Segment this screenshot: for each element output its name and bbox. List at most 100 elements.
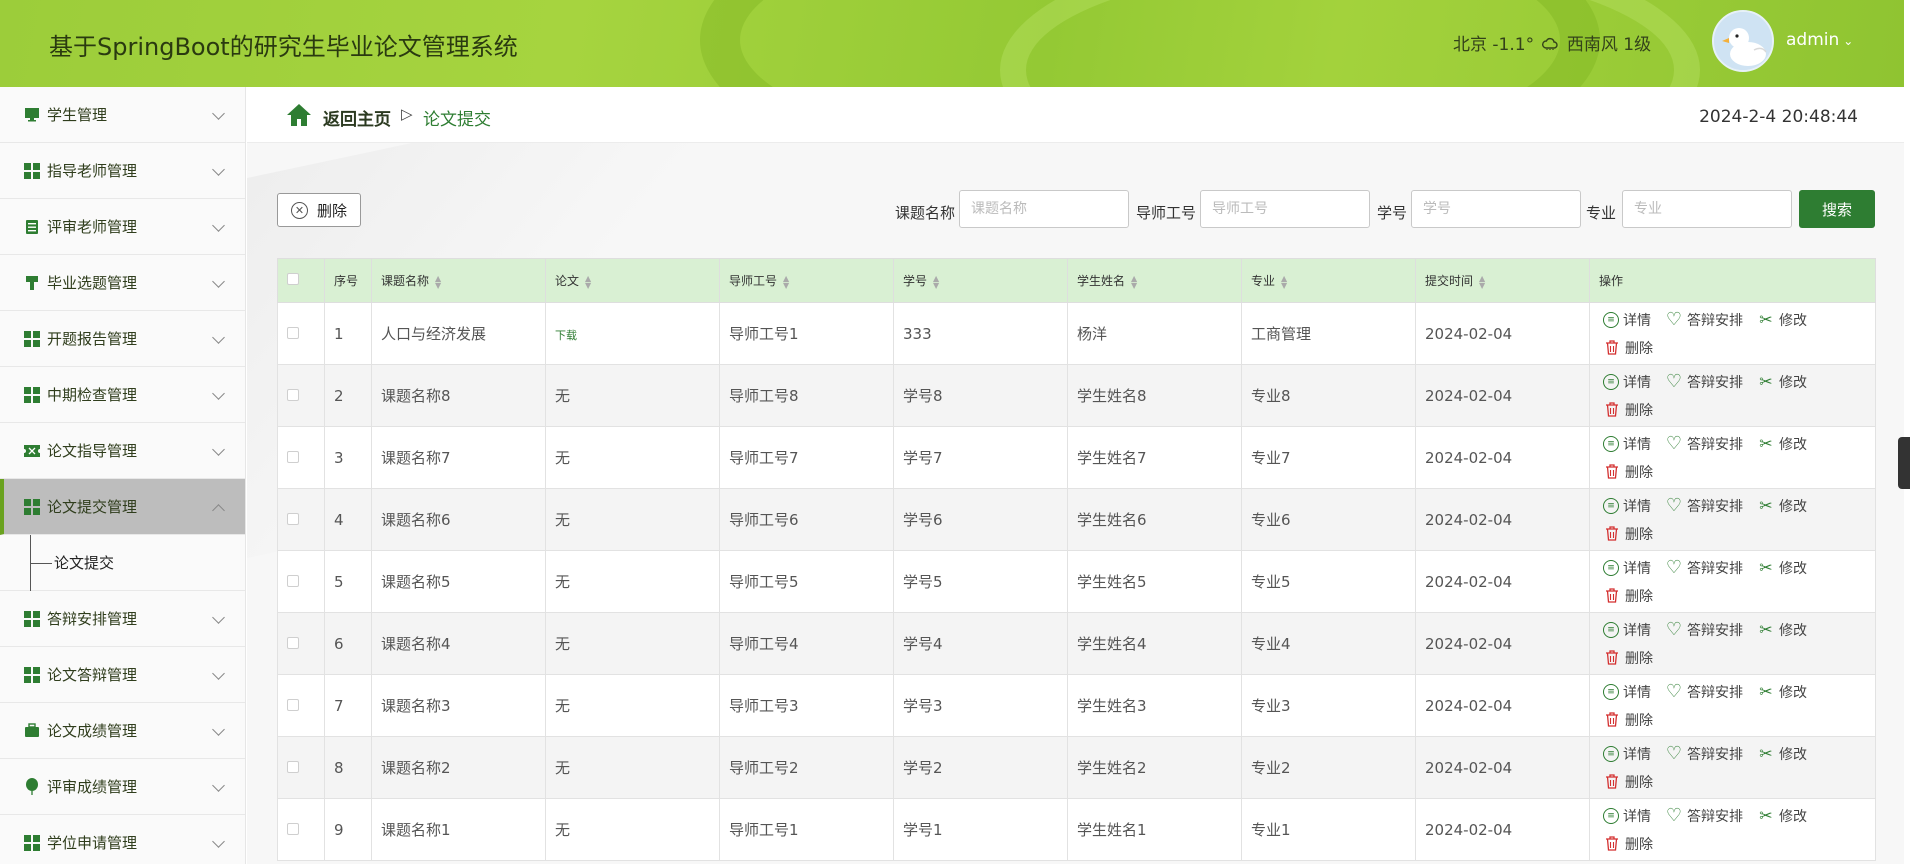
cell-paper: 下载	[545, 302, 720, 365]
row-delete-button[interactable]: 删除	[1603, 706, 1653, 734]
detail-button[interactable]: ≡ 详情	[1603, 740, 1651, 768]
row-delete-label: 删除	[1625, 650, 1653, 667]
defense-arrange-button[interactable]: ♡ 答辩安排	[1665, 802, 1743, 830]
detail-button[interactable]: ≡ 详情	[1603, 306, 1651, 334]
sort-icon[interactable]: ▲ ▼	[933, 274, 939, 289]
column-header[interactable]: 课题名称 ▲ ▼	[371, 258, 546, 303]
sort-icon[interactable]: ▲ ▼	[1479, 274, 1485, 289]
edit-button[interactable]: ✂ 修改	[1757, 368, 1807, 396]
major-input[interactable]	[1622, 190, 1792, 228]
defense-arrange-button[interactable]: ♡ 答辩安排	[1665, 678, 1743, 706]
cell-teacher-id: 导师工号5	[719, 550, 894, 613]
table-row: 7 课题名称3 无 导师工号3 学号3 学生姓名3 专业3 2024-02-04 ≡ 详情 ♡ 答辩安…	[277, 674, 1876, 737]
breadcrumb-home-link[interactable]: 返回主页	[323, 105, 391, 130]
defense-arrange-button[interactable]: ♡ 答辩安排	[1665, 554, 1743, 582]
delete-button[interactable]: ✕ 删除	[277, 193, 361, 227]
detail-button[interactable]: ≡ 详情	[1603, 802, 1651, 830]
row-delete-button[interactable]: 删除	[1603, 644, 1653, 672]
sidebar-subitem-thesis-submit[interactable]: 论文提交	[0, 535, 245, 591]
heart-icon: ♡	[1665, 743, 1683, 764]
cell-title: 课题名称3	[371, 674, 546, 737]
defense-arrange-button[interactable]: ♡ 答辩安排	[1665, 368, 1743, 396]
column-header[interactable]: 学生姓名 ▲ ▼	[1067, 258, 1242, 303]
sidebar-item[interactable]: 指导老师管理	[0, 143, 245, 199]
column-header[interactable]: 论文 ▲ ▼	[545, 258, 720, 303]
row-delete-button[interactable]: 删除	[1603, 768, 1653, 796]
defense-arrange-button[interactable]: ♡ 答辩安排	[1665, 740, 1743, 768]
column-header[interactable]: 专业 ▲ ▼	[1241, 258, 1416, 303]
download-link[interactable]: 下载	[555, 329, 577, 342]
defense-arrange-button[interactable]: ♡ 答辩安排	[1665, 430, 1743, 458]
sidebar-item[interactable]: 评审老师管理	[0, 199, 245, 255]
edit-button[interactable]: ✂ 修改	[1757, 616, 1807, 644]
row-delete-button[interactable]: 删除	[1603, 334, 1653, 362]
row-checkbox[interactable]	[287, 388, 299, 401]
user-menu[interactable]: admin ⌄	[1786, 30, 1853, 50]
sort-icon[interactable]: ▲ ▼	[1281, 274, 1287, 289]
student-id-input[interactable]	[1411, 190, 1581, 228]
row-checkbox[interactable]	[287, 636, 299, 649]
row-checkbox[interactable]	[287, 512, 299, 525]
detail-button[interactable]: ≡ 详情	[1603, 368, 1651, 396]
sidebar-item[interactable]: 答辩安排管理	[0, 591, 245, 647]
row-checkbox[interactable]	[287, 698, 299, 711]
row-delete-label: 删除	[1625, 526, 1653, 543]
sidebar-item[interactable]: 论文提交管理	[0, 479, 245, 535]
detail-button[interactable]: ≡ 详情	[1603, 678, 1651, 706]
sidebar-item[interactable]: 评审成绩管理	[0, 759, 245, 815]
column-header[interactable]: 提交时间 ▲ ▼	[1415, 258, 1590, 303]
sidebar-item[interactable]: 论文指导管理	[0, 423, 245, 479]
defense-arrange-button[interactable]: ♡ 答辩安排	[1665, 306, 1743, 334]
detail-button[interactable]: ≡ 详情	[1603, 554, 1651, 582]
sort-icon[interactable]: ▲ ▼	[783, 274, 789, 289]
cell-index: 3	[324, 426, 372, 489]
row-delete-button[interactable]: 删除	[1603, 830, 1653, 858]
sidebar-item[interactable]: 学生管理	[0, 87, 245, 143]
row-delete-button[interactable]: 删除	[1603, 520, 1653, 548]
row-checkbox[interactable]	[287, 822, 299, 835]
detail-button[interactable]: ≡ 详情	[1603, 430, 1651, 458]
grid-icon	[23, 162, 41, 180]
side-drawer-handle[interactable]	[1898, 437, 1910, 489]
edit-button[interactable]: ✂ 修改	[1757, 306, 1807, 334]
defense-arrange-button[interactable]: ♡ 答辩安排	[1665, 492, 1743, 520]
row-delete-button[interactable]: 删除	[1603, 458, 1653, 486]
detail-button[interactable]: ≡ 详情	[1603, 492, 1651, 520]
row-checkbox[interactable]	[287, 326, 299, 339]
teacher-id-input[interactable]	[1200, 190, 1370, 228]
sidebar-item[interactable]: 毕业选题管理	[0, 255, 245, 311]
row-delete-button[interactable]: 删除	[1603, 396, 1653, 424]
edit-button[interactable]: ✂ 修改	[1757, 492, 1807, 520]
home-icon[interactable]	[285, 102, 313, 128]
title-search-input[interactable]	[959, 190, 1129, 228]
detail-button[interactable]: ≡ 详情	[1603, 616, 1651, 644]
avatar[interactable]	[1712, 10, 1774, 72]
cell-actions: ≡ 详情 ♡ 答辩安排 ✂ 修改删除	[1589, 302, 1876, 365]
row-delete-button[interactable]: 删除	[1603, 582, 1653, 610]
cell-teacher-id: 导师工号8	[719, 364, 894, 427]
select-all-checkbox[interactable]	[287, 273, 299, 285]
row-checkbox[interactable]	[287, 574, 299, 587]
sidebar-item[interactable]: 论文成绩管理	[0, 703, 245, 759]
search-button[interactable]: 搜索	[1799, 190, 1875, 228]
edit-button[interactable]: ✂ 修改	[1757, 740, 1807, 768]
defense-arrange-button[interactable]: ♡ 答辩安排	[1665, 616, 1743, 644]
column-header[interactable]: 学号 ▲ ▼	[893, 258, 1068, 303]
edit-button[interactable]: ✂ 修改	[1757, 430, 1807, 458]
row-checkbox[interactable]	[287, 450, 299, 463]
sidebar-item[interactable]: 论文答辩管理	[0, 647, 245, 703]
sidebar-item[interactable]: 中期检查管理	[0, 367, 245, 423]
edit-button[interactable]: ✂ 修改	[1757, 678, 1807, 706]
sort-icon[interactable]: ▲ ▼	[1131, 274, 1137, 289]
column-header: 序号	[324, 258, 372, 303]
edit-button[interactable]: ✂ 修改	[1757, 554, 1807, 582]
sort-icon[interactable]: ▲ ▼	[435, 274, 441, 289]
sidebar-item[interactable]: 开题报告管理	[0, 311, 245, 367]
sidebar-item[interactable]: 学位申请管理	[0, 815, 245, 864]
column-header[interactable]: 导师工号 ▲ ▼	[719, 258, 894, 303]
edit-button[interactable]: ✂ 修改	[1757, 802, 1807, 830]
sidebar-item-label: 评审成绩管理	[47, 778, 138, 796]
row-checkbox[interactable]	[287, 760, 299, 773]
sort-icon[interactable]: ▲ ▼	[585, 274, 591, 289]
detail-icon: ≡	[1603, 311, 1619, 328]
